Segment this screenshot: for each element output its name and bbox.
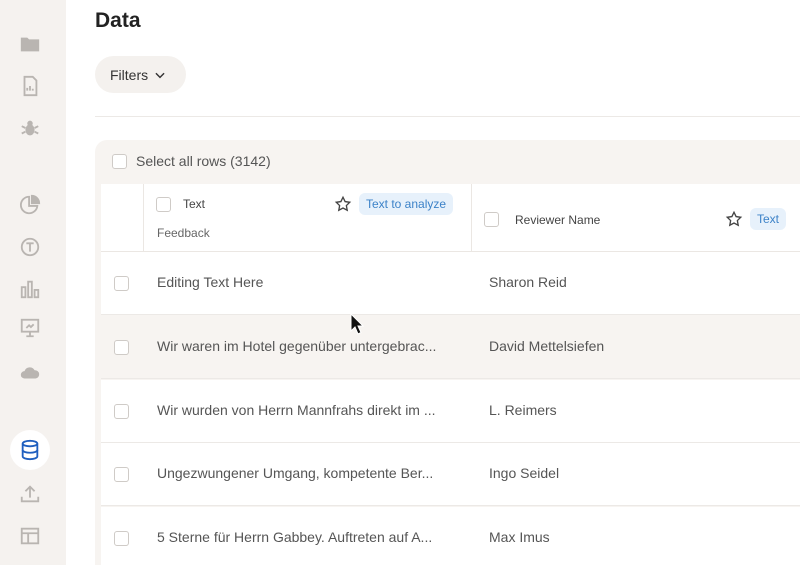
table-row[interactable]: Wir waren im Hotel gegenüber untergebrac… xyxy=(101,316,800,379)
filters-label: Filters xyxy=(110,66,149,83)
presentation-icon[interactable] xyxy=(14,312,46,344)
select-all-label: Select all rows (3142) xyxy=(136,153,271,169)
sidebar xyxy=(0,0,66,565)
filters-button[interactable]: Filters xyxy=(95,56,186,93)
column-reviewer-checkbox[interactable] xyxy=(484,212,499,227)
star-icon[interactable] xyxy=(334,195,352,213)
chevron-down-icon xyxy=(155,72,165,78)
database-icon[interactable] xyxy=(10,430,50,470)
cell-text[interactable]: Wir waren im Hotel gegenüber untergebrac… xyxy=(157,338,457,354)
cell-text[interactable]: Ungezwungener Umgang, kompetente Ber... xyxy=(157,465,457,481)
column-reviewer-tag[interactable]: Text xyxy=(750,208,787,230)
cell-reviewer-name[interactable]: Sharon Reid xyxy=(489,274,567,290)
row-checkbox[interactable] xyxy=(114,531,129,546)
main-content: Data Filters Select all rows (3142) Text… xyxy=(66,0,800,565)
row-checkbox[interactable] xyxy=(114,340,129,355)
table-header: Text Feedback Text to analyze Reviewer N… xyxy=(101,184,800,252)
folder-icon[interactable] xyxy=(14,28,46,60)
cell-reviewer-name[interactable]: Ingo Seidel xyxy=(489,465,559,481)
star-icon[interactable] xyxy=(725,210,743,228)
cell-text[interactable]: 5 Sterne für Herrn Gabbey. Auftreten auf… xyxy=(157,529,457,545)
divider xyxy=(95,116,800,117)
data-table: Select all rows (3142) Text Feedback Tex… xyxy=(95,140,800,565)
cell-reviewer-name[interactable]: Max Imus xyxy=(489,529,550,545)
mouse-cursor-icon xyxy=(350,313,364,335)
row-checkbox[interactable] xyxy=(114,404,129,419)
column-text-sublabel: Feedback xyxy=(157,226,210,240)
column-separator xyxy=(471,184,472,252)
upload-icon[interactable] xyxy=(14,478,46,510)
table-row[interactable]: Editing Text Here Sharon Reid xyxy=(101,252,800,315)
row-checkbox[interactable] xyxy=(114,467,129,482)
cell-reviewer-name[interactable]: L. Reimers xyxy=(489,402,557,418)
pie-chart-icon[interactable] xyxy=(14,189,46,221)
cloud-icon[interactable] xyxy=(14,357,46,389)
text-circle-icon[interactable] xyxy=(14,231,46,263)
layout-icon[interactable] xyxy=(14,520,46,552)
cell-reviewer-name[interactable]: David Mettelsiefen xyxy=(489,338,604,354)
cell-text[interactable]: Editing Text Here xyxy=(157,274,457,290)
bar-chart-icon[interactable] xyxy=(14,273,46,305)
table-row[interactable]: Wir wurden von Herrn Mannfrahs direkt im… xyxy=(101,380,800,443)
table-row[interactable]: Ungezwungener Umgang, kompetente Ber... … xyxy=(101,443,800,506)
select-all-checkbox[interactable] xyxy=(112,153,127,169)
column-text-checkbox[interactable] xyxy=(156,197,171,212)
column-separator xyxy=(143,184,144,252)
table-row[interactable]: 5 Sterne für Herrn Gabbey. Auftreten auf… xyxy=(101,507,800,565)
report-icon[interactable] xyxy=(14,70,46,102)
cell-text[interactable]: Wir wurden von Herrn Mannfrahs direkt im… xyxy=(157,402,457,418)
column-reviewer-label: Reviewer Name xyxy=(515,213,601,227)
row-checkbox[interactable] xyxy=(114,276,129,291)
select-all-rows[interactable]: Select all rows (3142) xyxy=(112,153,271,169)
page-title: Data xyxy=(95,9,141,32)
column-text-tag[interactable]: Text to analyze xyxy=(359,193,454,215)
bug-icon[interactable] xyxy=(14,112,46,144)
column-text-label: Text xyxy=(183,197,206,211)
